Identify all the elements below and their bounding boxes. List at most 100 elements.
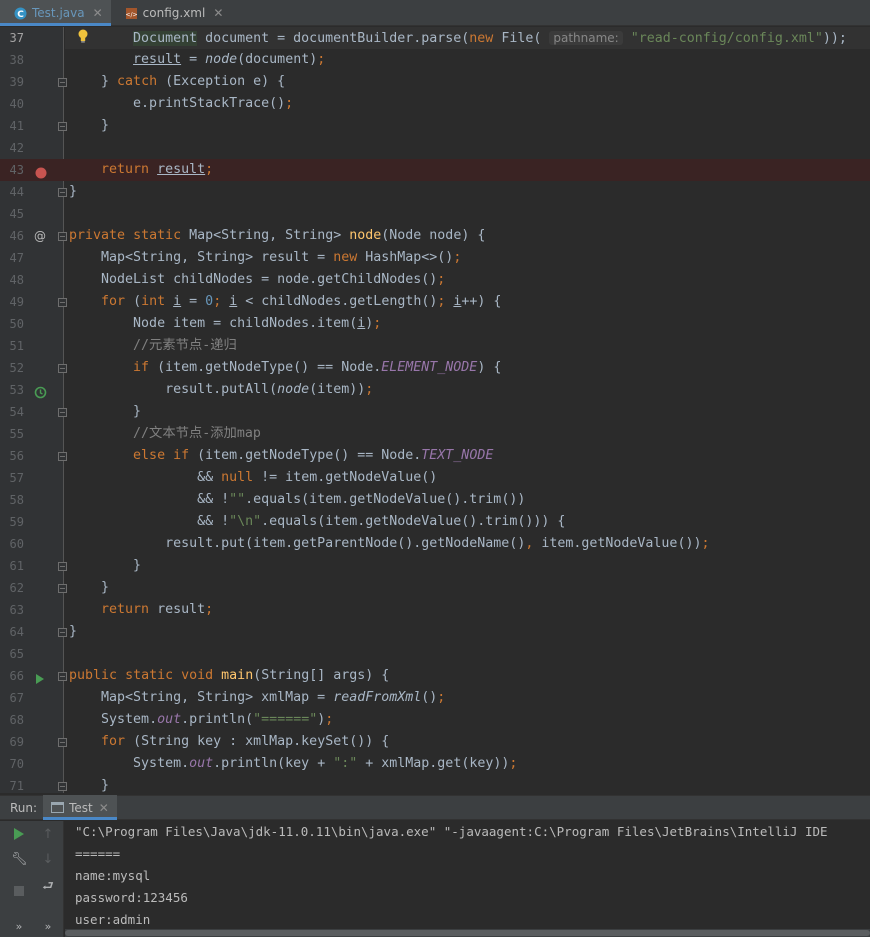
code-line[interactable]: 67 Map<String, String> xmlMap = readFrom…: [0, 687, 870, 709]
scrollbar-thumb[interactable]: [65, 930, 870, 936]
line-code: && null != item.getNodeValue(): [197, 470, 438, 485]
fold-marker[interactable]: [58, 298, 67, 307]
fold-marker[interactable]: [58, 452, 67, 461]
code-line[interactable]: 68 System.out.println("======");: [0, 709, 870, 731]
code-line[interactable]: 39 } catch (Exception e) {: [0, 71, 870, 93]
line-code: for (String key : xmlMap.keySet()) {: [101, 734, 390, 749]
fold-marker[interactable]: [58, 738, 67, 747]
run-tool-window-header: Run: Test ✕: [0, 795, 870, 820]
line-number: 45: [9, 207, 24, 221]
line-code: for (int i = 0; i < childNodes.getLength…: [101, 294, 502, 309]
code-line[interactable]: 44 }: [0, 181, 870, 203]
line-code: return result;: [101, 602, 214, 617]
fold-marker[interactable]: [58, 584, 67, 593]
code-line[interactable]: 63 return result;: [0, 599, 870, 621]
code-line[interactable]: 57 && null != item.getNodeValue(): [0, 467, 870, 489]
code-line[interactable]: 59 && !"\n".equals(item.getNodeValue().t…: [0, 511, 870, 533]
code-line[interactable]: 58 && !"".equals(item.getNodeValue().tri…: [0, 489, 870, 511]
parameter-hint: pathname:: [549, 31, 623, 45]
tab-test-java[interactable]: C Test.java ✕: [0, 0, 111, 26]
line-number: 49: [9, 295, 24, 309]
line-code: }: [133, 558, 142, 573]
code-line[interactable]: 55 //文本节点-添加map: [0, 423, 870, 445]
more-icon[interactable]: »: [40, 919, 56, 935]
fold-marker[interactable]: [58, 562, 67, 571]
fold-marker[interactable]: [58, 782, 67, 791]
fold-marker[interactable]: [58, 232, 67, 241]
line-number: 51: [9, 339, 24, 353]
line-code: Map<String, String> xmlMap = readFromXml…: [101, 690, 446, 705]
tab-label: Test.java: [32, 6, 85, 20]
code-line[interactable]: 65: [0, 643, 870, 665]
down-arrow-icon[interactable]: ↓: [40, 852, 56, 868]
line-code: Map<String, String> result = new HashMap…: [101, 250, 462, 265]
fold-marker[interactable]: [58, 188, 67, 197]
code-line[interactable]: 47 Map<String, String> result = new Hash…: [0, 247, 870, 269]
code-line-breakpoint[interactable]: 43 return result;: [0, 159, 870, 181]
close-icon[interactable]: ✕: [213, 6, 223, 20]
code-line[interactable]: 53 result.putAll(node(item));: [0, 379, 870, 401]
code-line[interactable]: 38 result = node(document);: [0, 49, 870, 71]
fold-marker[interactable]: [58, 364, 67, 373]
lightbulb-icon[interactable]: [77, 28, 89, 43]
line-number: 66: [9, 669, 24, 683]
fold-marker[interactable]: [58, 408, 67, 417]
line-number: 46: [9, 229, 24, 243]
code-line[interactable]: 71 }: [0, 775, 870, 793]
code-line[interactable]: 60 result.put(item.getParentNode().getNo…: [0, 533, 870, 555]
up-arrow-icon[interactable]: ↑: [40, 827, 56, 843]
code-line[interactable]: 49 for (int i = 0; i < childNodes.getLen…: [0, 291, 870, 313]
line-number: 57: [9, 471, 24, 485]
code-line[interactable]: 56 else if (item.getNodeType() == Node.T…: [0, 445, 870, 467]
console-output[interactable]: "C:\Program Files\Java\jdk-11.0.11\bin\j…: [65, 821, 870, 937]
code-line[interactable]: 51 //元素节点-递归: [0, 335, 870, 357]
console-line: "C:\Program Files\Java\jdk-11.0.11\bin\j…: [75, 824, 828, 839]
line-code: } catch (Exception e) {: [101, 74, 286, 89]
more-icon[interactable]: »: [11, 919, 27, 935]
fold-marker[interactable]: [58, 78, 67, 87]
code-line[interactable]: 54 }: [0, 401, 870, 423]
fold-marker[interactable]: [58, 628, 67, 637]
code-line[interactable]: 69 for (String key : xmlMap.keySet()) {: [0, 731, 870, 753]
line-number: 68: [9, 713, 24, 727]
line-code: result = node(document);: [133, 52, 326, 67]
line-code: result.putAll(node(item));: [165, 382, 374, 397]
close-icon[interactable]: ✕: [99, 801, 109, 815]
run-main-icon[interactable]: [35, 670, 47, 684]
wrench-icon[interactable]: 🔧︎: [11, 852, 28, 868]
rerun-icon[interactable]: [11, 827, 27, 843]
xml-file-icon: </>: [125, 7, 138, 20]
soft-wrap-icon[interactable]: ⮐: [40, 879, 56, 895]
code-line[interactable]: 70 System.out.println(key + ":" + xmlMap…: [0, 753, 870, 775]
breakpoint-icon[interactable]: [35, 164, 47, 179]
code-line[interactable]: 66 public static void main(String[] args…: [0, 665, 870, 687]
code-line[interactable]: 62 }: [0, 577, 870, 599]
line-code: System.out.println(key + ":" + xmlMap.ge…: [133, 756, 518, 771]
code-line[interactable]: 48 NodeList childNodes = node.getChildNo…: [0, 269, 870, 291]
line-number: 37: [9, 31, 24, 45]
run-tab-test[interactable]: Test ✕: [43, 795, 117, 820]
code-line[interactable]: 52 if (item.getNodeType() == Node.ELEMEN…: [0, 357, 870, 379]
code-line[interactable]: 40 e.printStackTrace();: [0, 93, 870, 115]
console-horizontal-scrollbar[interactable]: [65, 929, 870, 937]
recursive-call-icon: [34, 384, 47, 399]
line-code: //文本节点-添加map: [133, 426, 261, 441]
line-code: NodeList childNodes = node.getChildNodes…: [101, 272, 446, 287]
tab-config-xml[interactable]: </> config.xml ✕: [111, 0, 232, 26]
code-editor[interactable]: 37 Document document = documentBuilder.p…: [0, 27, 870, 793]
code-line[interactable]: 61 }: [0, 555, 870, 577]
close-icon[interactable]: ✕: [93, 6, 103, 20]
code-line[interactable]: 45: [0, 203, 870, 225]
code-line[interactable]: 41 }: [0, 115, 870, 137]
code-line[interactable]: 50 Node item = childNodes.item(i);: [0, 313, 870, 335]
code-line[interactable]: 46 private static Map<String, String> no…: [0, 225, 870, 247]
fold-marker[interactable]: [58, 122, 67, 131]
line-number: 64: [9, 625, 24, 639]
code-line[interactable]: 37 Document document = documentBuilder.p…: [0, 27, 870, 49]
code-line[interactable]: 42: [0, 137, 870, 159]
fold-marker[interactable]: [58, 672, 67, 681]
stop-icon[interactable]: [11, 885, 27, 901]
override-annotation-icon[interactable]: @: [34, 230, 46, 242]
code-line[interactable]: 64 }: [0, 621, 870, 643]
line-code: }: [101, 580, 110, 595]
